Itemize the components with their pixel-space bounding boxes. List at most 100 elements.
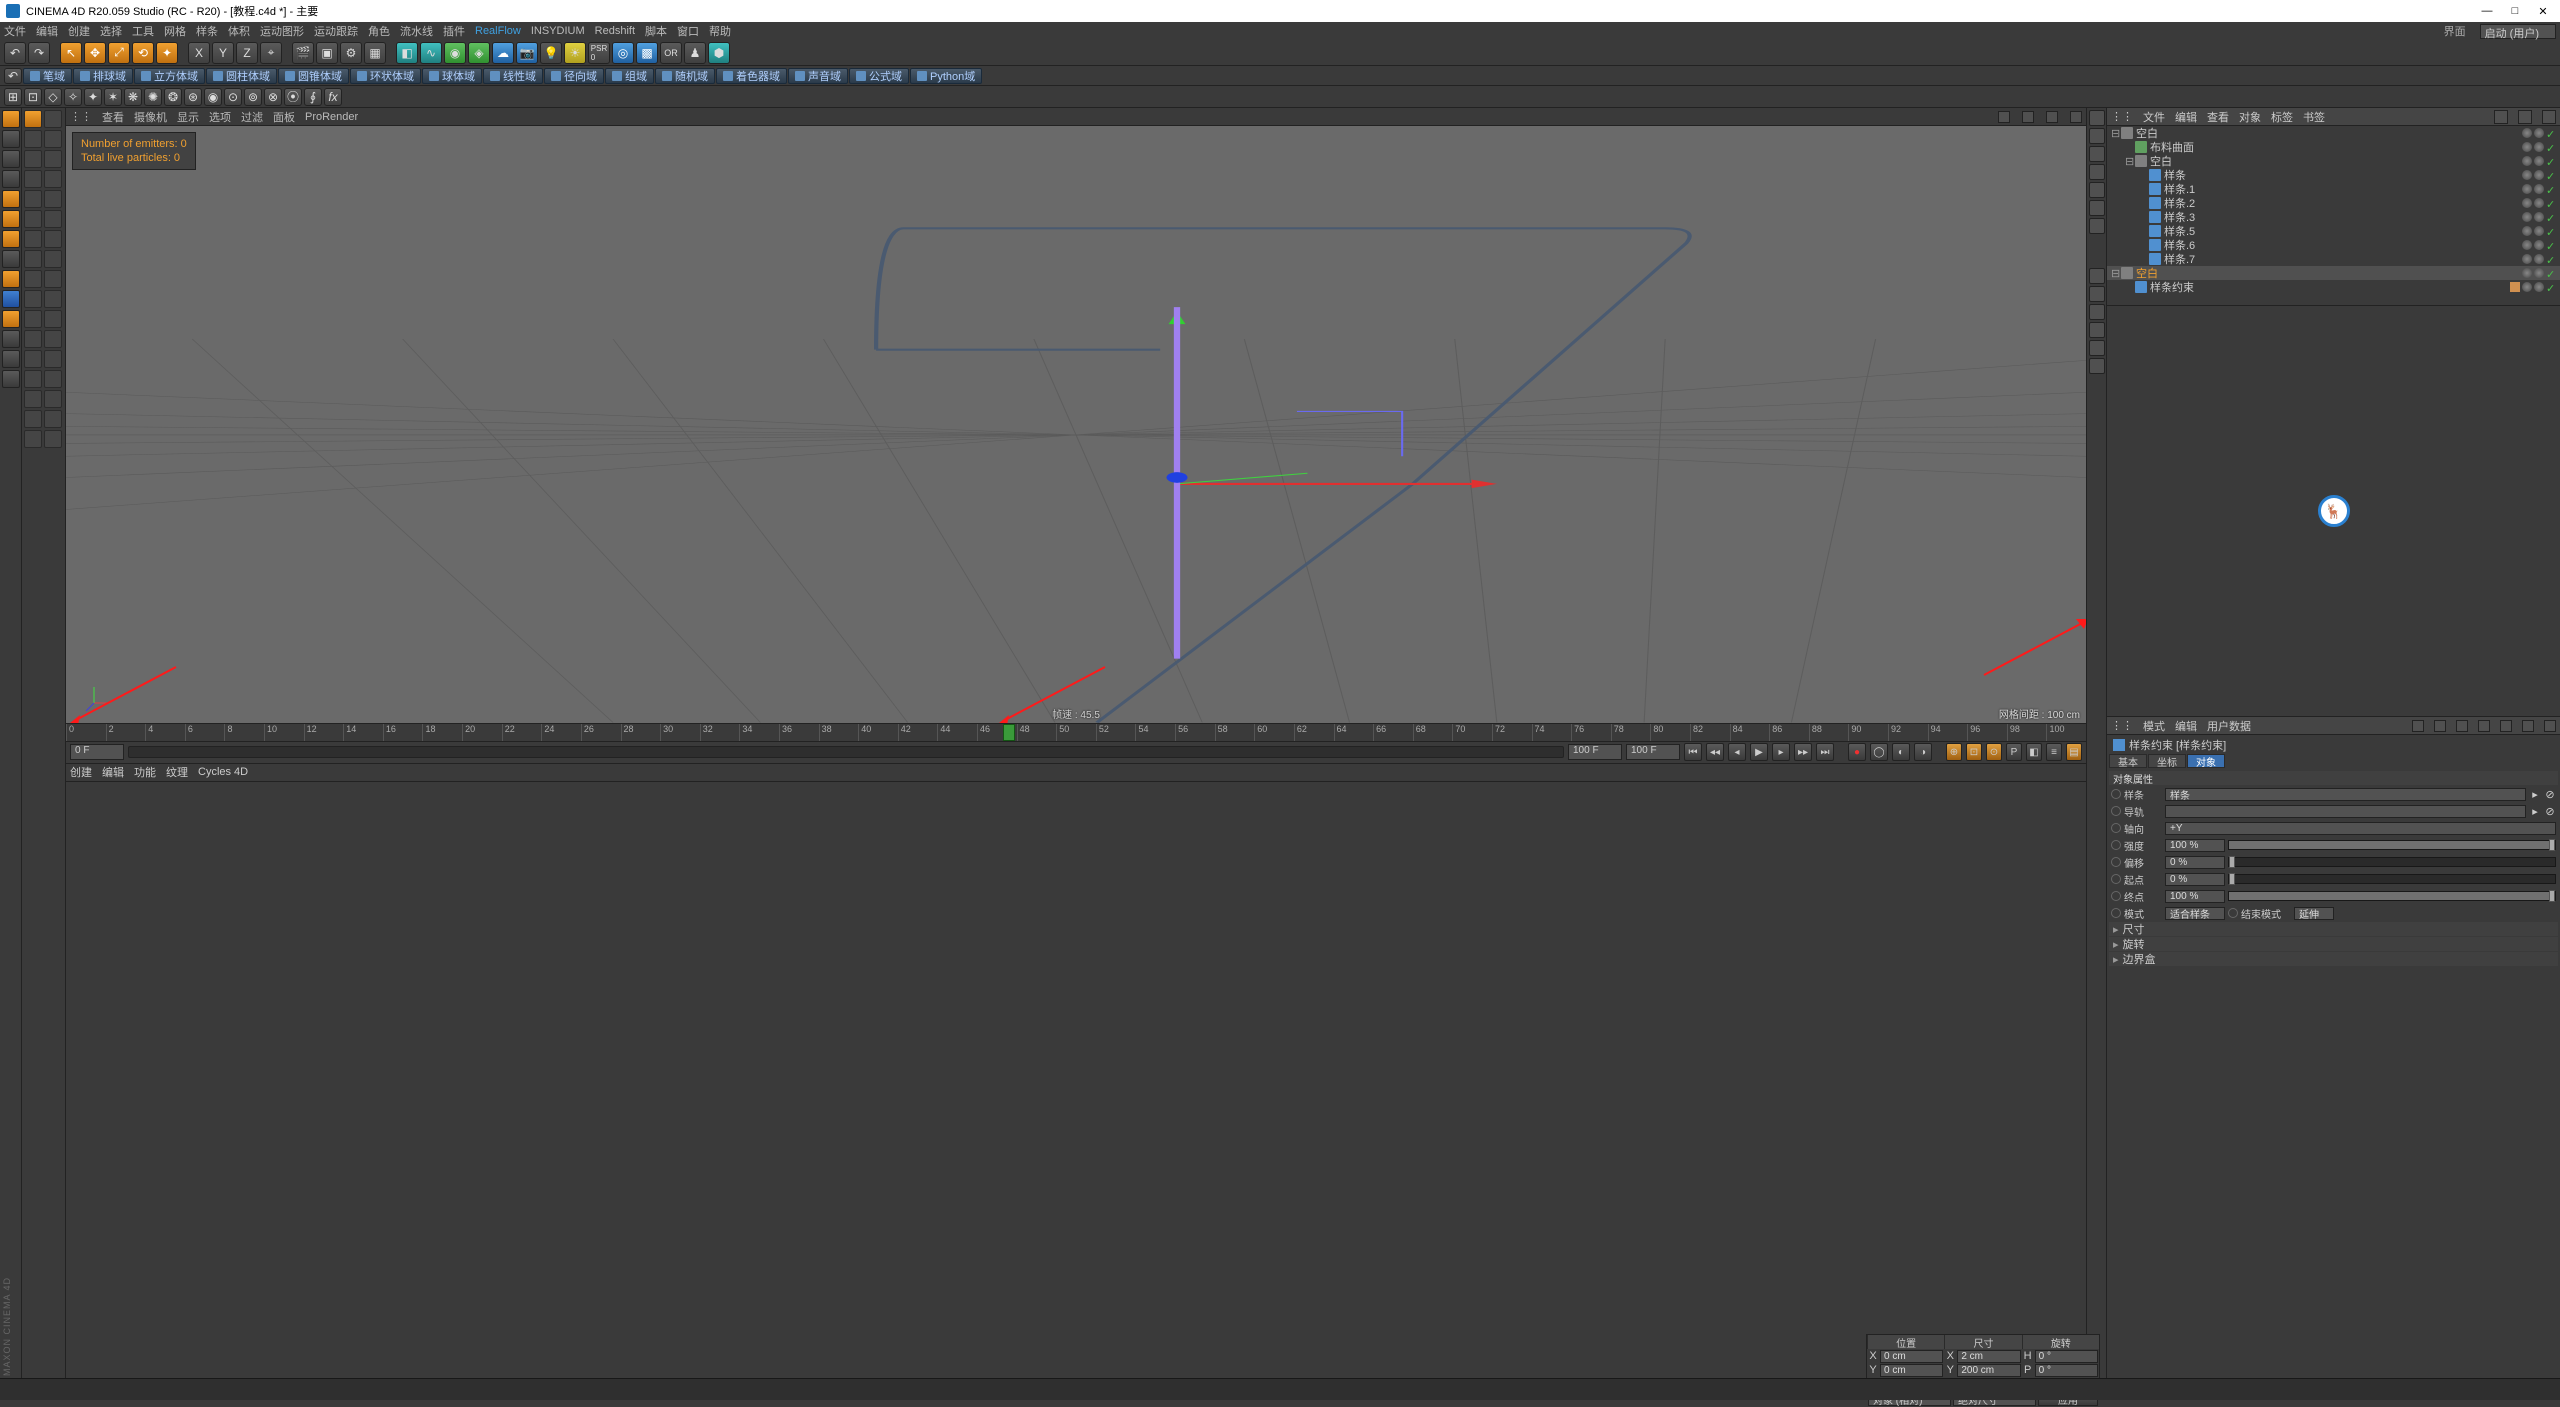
vp-menu-摄像机[interactable]: 摄像机 <box>134 109 167 125</box>
attr-subtab[interactable]: 坐标 <box>2148 754 2186 768</box>
pos-key-icon[interactable]: ⊕ <box>1946 743 1962 761</box>
menu-RealFlow[interactable]: RealFlow <box>475 25 521 37</box>
menu-运动图形[interactable]: 运动图形 <box>260 23 304 39</box>
link-pick-icon[interactable]: ▸ <box>2529 788 2541 800</box>
hud9-icon[interactable] <box>2089 286 2105 302</box>
hud1-icon[interactable] <box>2089 110 2105 126</box>
snap-w-icon[interactable] <box>24 350 42 368</box>
snap-move-icon[interactable] <box>24 110 42 128</box>
om-filter-icon[interactable] <box>2518 110 2532 124</box>
vp-nav2-icon[interactable] <box>2022 111 2034 123</box>
attr-opt4-icon[interactable] <box>2544 720 2556 732</box>
anim-dot[interactable] <box>2111 891 2121 901</box>
constraint-tag-icon[interactable] <box>2510 282 2520 292</box>
snap-m-icon[interactable] <box>24 250 42 268</box>
materials-panel[interactable] <box>66 781 2086 1379</box>
fx15-icon[interactable]: ⦿ <box>284 88 302 106</box>
snap-d-icon[interactable] <box>44 150 62 168</box>
attr-collapse-row[interactable]: ▸尺寸 <box>2109 922 2558 936</box>
menu-角色[interactable]: 角色 <box>368 23 390 39</box>
enable-icon[interactable]: ✓ <box>2546 156 2556 166</box>
prev-key-icon[interactable]: ◂◂ <box>1706 743 1724 761</box>
snap-af-icon[interactable] <box>44 430 62 448</box>
link-clear-icon[interactable]: ⊘ <box>2544 788 2556 800</box>
vis-render-icon[interactable] <box>2534 198 2544 208</box>
vis-editor-icon[interactable] <box>2522 156 2532 166</box>
menu-运动跟踪[interactable]: 运动跟踪 <box>314 23 358 39</box>
fx10-icon[interactable]: ⊛ <box>184 88 202 106</box>
to-slider[interactable] <box>2228 891 2556 901</box>
enable-icon[interactable]: ✓ <box>2546 226 2556 236</box>
hud6-icon[interactable] <box>2089 200 2105 216</box>
fx11-icon[interactable]: ◉ <box>204 88 222 106</box>
fx1-icon[interactable]: ⊞ <box>4 88 22 106</box>
snap-j-icon[interactable] <box>44 210 62 228</box>
snap-p-icon[interactable] <box>44 270 62 288</box>
snap-l-icon[interactable] <box>44 230 62 248</box>
mat-tab[interactable]: 创建 <box>70 764 92 780</box>
vis-render-icon[interactable] <box>2534 240 2544 250</box>
tree-row[interactable]: 样条.1✓ <box>2107 182 2560 196</box>
field-btn[interactable]: 着色器域 <box>716 68 787 84</box>
prev-frame-icon[interactable]: ◂ <box>1728 743 1746 761</box>
snap-y-icon[interactable] <box>24 370 42 388</box>
from-slider[interactable] <box>2228 874 2556 884</box>
mat-tab[interactable]: 纹理 <box>166 764 188 780</box>
tree-row[interactable]: 样条✓ <box>2107 168 2560 182</box>
vis-render-icon[interactable] <box>2534 142 2544 152</box>
expand-icon[interactable]: ⊟ <box>2125 155 2135 168</box>
enable-icon[interactable]: ✓ <box>2546 268 2556 278</box>
attr-fwd-icon[interactable] <box>2434 720 2446 732</box>
extra2-icon[interactable] <box>2 370 20 388</box>
axis-select[interactable]: +Y <box>2165 822 2556 835</box>
vp-menu-ProRender[interactable]: ProRender <box>305 111 358 123</box>
strength-slider[interactable] <box>2228 840 2556 850</box>
field-btn[interactable]: 圆柱体域 <box>206 68 277 84</box>
snap-ae-icon[interactable] <box>24 430 42 448</box>
undo-icon[interactable]: ↶ <box>4 42 26 64</box>
strength-input[interactable]: 100 % <box>2165 839 2225 852</box>
menu-文件[interactable]: 文件 <box>4 23 26 39</box>
size-input[interactable]: 200 cm <box>1957 1364 2020 1377</box>
mode-select[interactable]: 适合样条 <box>2165 907 2225 920</box>
hud8-icon[interactable] <box>2089 268 2105 284</box>
field-btn[interactable]: 公式域 <box>849 68 909 84</box>
snap-n-icon[interactable] <box>44 250 62 268</box>
link-pick-icon[interactable]: ▸ <box>2529 805 2541 817</box>
attr-opt2-icon[interactable] <box>2500 720 2512 732</box>
vis-editor-icon[interactable] <box>2522 254 2532 264</box>
fx12-icon[interactable]: ⊙ <box>224 88 242 106</box>
attr-grip-icon[interactable]: ⋮⋮ <box>2111 719 2133 732</box>
enable-icon[interactable]: ✓ <box>2546 282 2556 292</box>
snap-t-icon[interactable] <box>44 310 62 328</box>
edge-mode-icon[interactable] <box>2 210 20 228</box>
fx13-icon[interactable]: ⊚ <box>244 88 262 106</box>
menu-帮助[interactable]: 帮助 <box>709 23 731 39</box>
minimize-button[interactable]: — <box>2480 5 2494 18</box>
snap-z-icon[interactable] <box>44 370 62 388</box>
start-frame-input[interactable]: 0 F <box>70 744 124 760</box>
misc1-icon[interactable]: ♟ <box>684 42 706 64</box>
vp-menu-显示[interactable]: 显示 <box>177 109 199 125</box>
generator-icon[interactable]: ◉ <box>444 42 466 64</box>
vis-render-icon[interactable] <box>2534 268 2544 278</box>
endmode-select[interactable]: 延伸 <box>2294 907 2334 920</box>
snap-b-icon[interactable] <box>44 130 62 148</box>
attr-collapse-row[interactable]: ▸边界盒 <box>2109 952 2558 966</box>
vp-menu-过滤[interactable]: 过滤 <box>241 109 263 125</box>
enable-icon[interactable]: ✓ <box>2546 254 2556 264</box>
snap-q-icon[interactable] <box>24 290 42 308</box>
field-btn[interactable]: Python域 <box>910 68 982 84</box>
fx5-icon[interactable]: ✦ <box>84 88 102 106</box>
fx3-icon[interactable]: ◇ <box>44 88 62 106</box>
anim-dot[interactable] <box>2111 823 2121 833</box>
x-axis-icon[interactable]: X <box>188 42 210 64</box>
link-clear-icon[interactable]: ⊘ <box>2544 805 2556 817</box>
vp-nav4-icon[interactable] <box>2070 111 2082 123</box>
vis-render-icon[interactable] <box>2534 212 2544 222</box>
menu-INSYDIUM[interactable]: INSYDIUM <box>531 25 585 37</box>
bulb-icon[interactable]: ☀ <box>564 42 586 64</box>
timeline-scroll[interactable] <box>128 746 1564 758</box>
fx17-icon[interactable]: fx <box>324 88 342 106</box>
vis-render-icon[interactable] <box>2534 156 2544 166</box>
